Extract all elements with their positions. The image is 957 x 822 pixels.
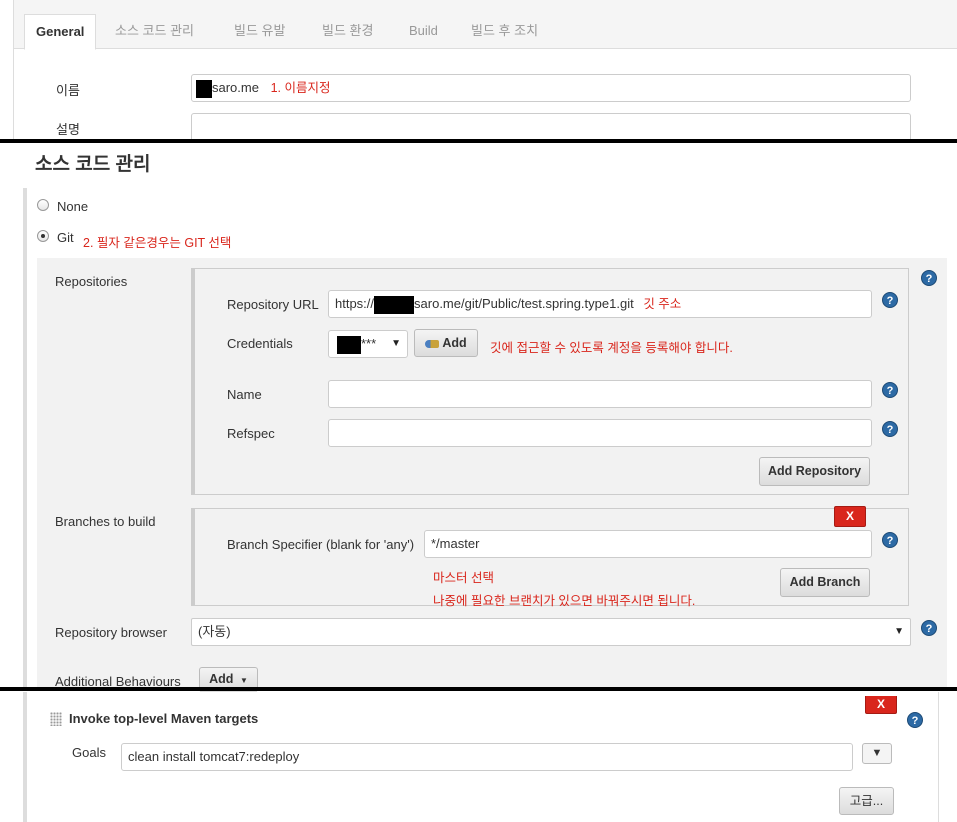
delete-branch-button[interactable]: X bbox=[834, 506, 866, 527]
description-label: 설명 bbox=[56, 122, 80, 137]
redacted-block bbox=[374, 295, 415, 314]
radio-git-label: Git bbox=[57, 230, 74, 245]
credentials-value: *** bbox=[361, 336, 377, 351]
refspec-input[interactable] bbox=[328, 419, 872, 447]
expand-icon[interactable]: ▼ bbox=[862, 743, 892, 764]
dropdown-arrow-icon: ▼ bbox=[894, 626, 904, 637]
goals-input[interactable]: clean install tomcat7:redeploy bbox=[121, 743, 853, 771]
help-icon[interactable]: ? bbox=[882, 532, 898, 548]
redacted-block bbox=[337, 335, 361, 354]
name-annotation: 1. 이름지정 bbox=[270, 81, 331, 95]
name-label: 이름 bbox=[56, 83, 80, 98]
dropdown-arrow-icon: ▼ bbox=[391, 338, 401, 349]
tab-build[interactable]: Build bbox=[398, 14, 449, 49]
redacted-block bbox=[196, 79, 212, 98]
repository-url-prefix: https:// bbox=[335, 296, 375, 311]
project-name-value: saro.me bbox=[212, 80, 259, 95]
credentials-label: Credentials bbox=[227, 336, 293, 351]
radio-git[interactable] bbox=[37, 230, 49, 242]
add-credentials-button[interactable]: Add bbox=[414, 329, 478, 357]
dropdown-arrow-icon: ▼ bbox=[239, 676, 248, 685]
name-field-input[interactable] bbox=[328, 380, 872, 408]
branches-label: Branches to build bbox=[55, 514, 156, 529]
name-field-label: Name bbox=[227, 387, 262, 402]
repository-url-annotation: 깃 주소 bbox=[643, 297, 682, 311]
branch-specifier-label: Branch Specifier (blank for 'any') bbox=[227, 537, 415, 552]
advanced-button[interactable]: 고급... bbox=[839, 787, 894, 815]
maven-step-title: Invoke top-level Maven targets bbox=[69, 711, 259, 726]
add-branch-button[interactable]: Add Branch bbox=[780, 568, 870, 597]
project-name-input[interactable]: saro.me 1. 이름지정 bbox=[191, 74, 911, 102]
help-icon[interactable]: ? bbox=[882, 421, 898, 437]
refspec-label: Refspec bbox=[227, 426, 275, 441]
help-icon[interactable]: ? bbox=[921, 270, 937, 286]
radio-none-label: None bbox=[57, 199, 89, 214]
repository-url-label: Repository URL bbox=[227, 297, 319, 312]
add-behaviour-label: Add bbox=[209, 672, 234, 686]
help-icon[interactable]: ? bbox=[921, 620, 937, 636]
add-credentials-label: Add bbox=[442, 336, 467, 350]
tab-build-environment[interactable]: 빌드 환경 bbox=[311, 14, 384, 49]
drag-handle-icon[interactable] bbox=[50, 712, 62, 726]
repository-url-suffix: saro.me/git/Public/test.spring.type1.git bbox=[414, 296, 634, 311]
tab-post-build[interactable]: 빌드 후 조치 bbox=[460, 14, 549, 49]
section-rail bbox=[23, 692, 27, 822]
branch-specifier-input[interactable]: */master bbox=[424, 530, 872, 558]
key-icon bbox=[425, 339, 440, 348]
section-rail bbox=[23, 188, 27, 688]
radio-none[interactable] bbox=[37, 199, 49, 211]
repositories-label: Repositories bbox=[55, 274, 128, 289]
add-repository-button[interactable]: Add Repository bbox=[759, 457, 870, 486]
branch-annotation-2: 나중에 필요한 브랜치가 있으면 바꿔주시면 됩니다. bbox=[433, 594, 696, 608]
repository-browser-value: (자동) bbox=[198, 624, 231, 639]
branch-annotation-1: 마스터 선택 bbox=[433, 571, 494, 585]
credentials-select[interactable]: *** ▼ bbox=[328, 330, 408, 358]
repository-browser-label: Repository browser bbox=[55, 625, 167, 640]
credentials-annotation: 깃에 접근할 수 있도록 계정을 등록해야 합니다. bbox=[490, 341, 733, 355]
tab-build-triggers[interactable]: 빌드 유발 bbox=[223, 14, 296, 49]
section-title: 소스 코드 관리 bbox=[35, 154, 151, 175]
help-icon[interactable]: ? bbox=[907, 712, 923, 728]
tab-scm[interactable]: 소스 코드 관리 bbox=[104, 14, 205, 49]
separator bbox=[0, 687, 957, 691]
repository-url-input[interactable]: https:// saro.me/git/Public/test.spring.t… bbox=[328, 290, 872, 318]
delete-step-button[interactable]: X bbox=[865, 696, 897, 714]
goals-label: Goals bbox=[72, 745, 106, 760]
tab-general[interactable]: General bbox=[24, 14, 97, 50]
help-icon[interactable]: ? bbox=[882, 292, 898, 308]
repository-browser-select[interactable]: (자동) ▼ bbox=[191, 618, 911, 646]
help-icon[interactable]: ? bbox=[882, 382, 898, 398]
separator bbox=[0, 139, 957, 143]
git-annotation: 2. 필자 같은경우는 GIT 선택 bbox=[83, 236, 232, 250]
